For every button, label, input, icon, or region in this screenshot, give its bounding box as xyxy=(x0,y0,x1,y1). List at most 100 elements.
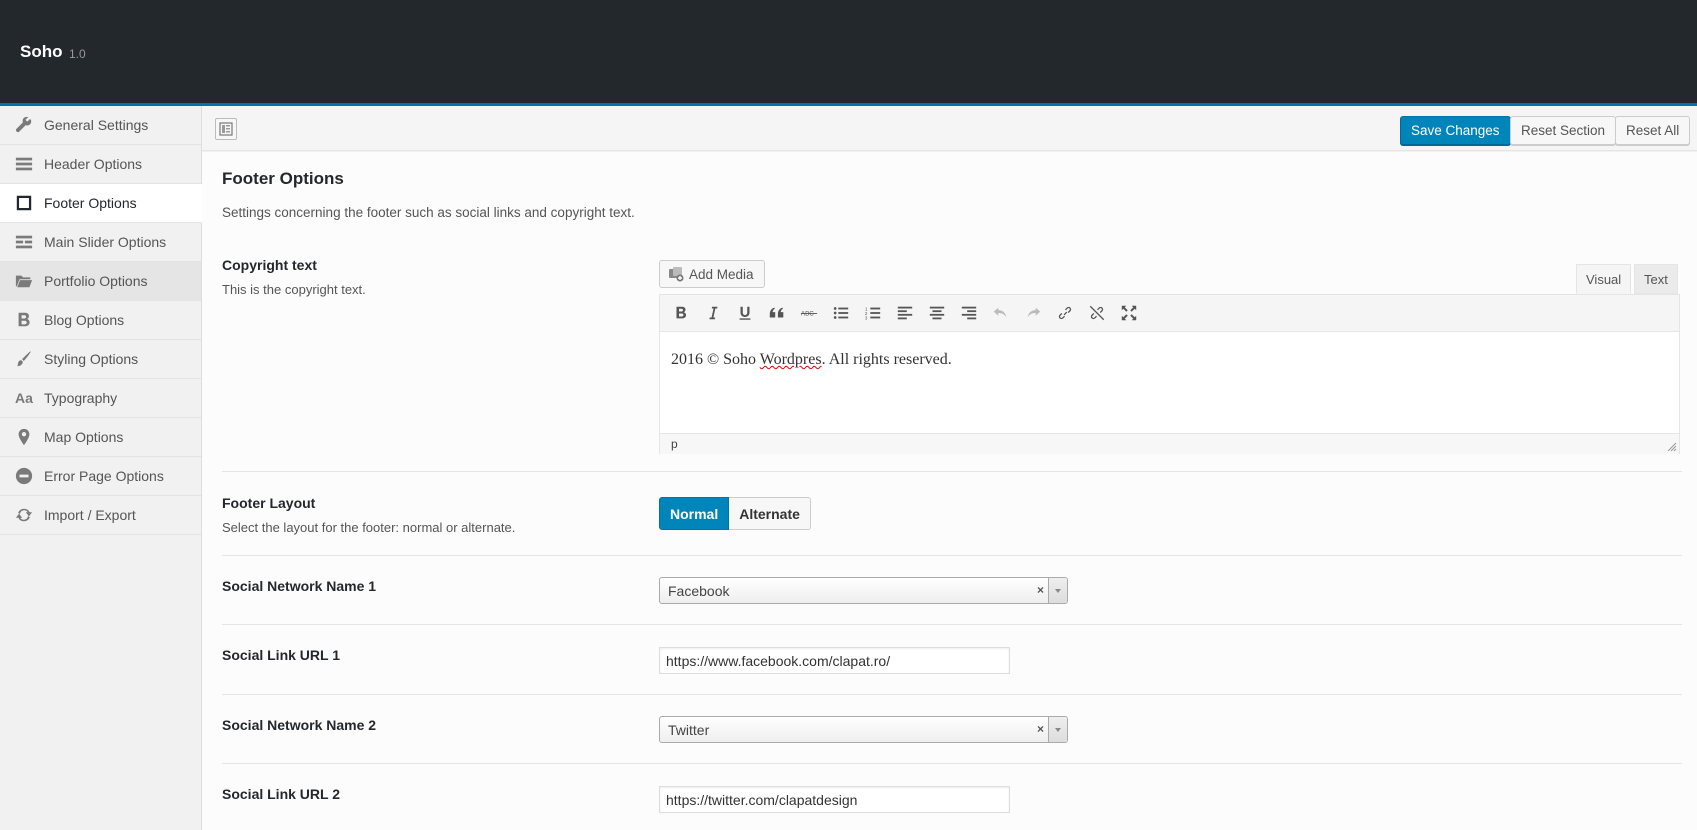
reset-section-button[interactable]: Reset Section xyxy=(1510,116,1617,145)
sidebar-item-error-page-options[interactable]: Error Page Options xyxy=(0,457,201,496)
strikethrough-icon[interactable]: ABC xyxy=(796,300,822,326)
sidebar-item-general-settings[interactable]: General Settings xyxy=(0,106,201,145)
chevron-down-icon xyxy=(1055,727,1061,732)
sidebar-item-label: Main Slider Options xyxy=(44,234,167,250)
sidebar-item-label: Error Page Options xyxy=(44,468,164,484)
underline-icon[interactable] xyxy=(732,300,758,326)
field-divider xyxy=(222,624,1682,625)
numbered-list-icon[interactable]: 123 xyxy=(860,300,886,326)
footer-layout-description: Select the layout for the footer: normal… xyxy=(222,520,516,535)
layout-option-normal[interactable]: Normal xyxy=(659,497,730,530)
sidebar-item-styling-options[interactable]: Styling Options xyxy=(0,340,201,379)
social-name-1-select[interactable]: Facebook × xyxy=(659,577,1068,604)
field-divider xyxy=(222,694,1682,695)
sidebar-item-label: Typography xyxy=(44,390,118,406)
map-marker-icon xyxy=(14,427,34,447)
field-divider xyxy=(222,471,1682,472)
editor-statusbar: p xyxy=(660,433,1679,454)
options-sidebar: General Settings Header Options Footer O… xyxy=(0,106,202,830)
dropdown-arrow[interactable] xyxy=(1048,578,1067,603)
menu-lines-icon xyxy=(14,154,34,174)
sidebar-item-label: Footer Options xyxy=(44,195,137,211)
theme-version: 1.0 xyxy=(69,47,86,61)
clear-icon[interactable]: × xyxy=(1037,583,1044,597)
editor-text-before: 2016 © Soho xyxy=(671,351,760,368)
chevron-down-icon xyxy=(1055,588,1061,593)
options-toolbar: Save Changes Reset Section Reset All xyxy=(202,106,1697,151)
tab-text[interactable]: Text xyxy=(1634,264,1678,294)
social-url-2-input[interactable] xyxy=(659,786,1010,813)
copyright-field-title: Copyright text xyxy=(222,257,317,273)
sidebar-item-header-options[interactable]: Header Options xyxy=(0,145,201,184)
unlink-icon[interactable] xyxy=(1084,300,1110,326)
align-right-icon[interactable] xyxy=(956,300,982,326)
sidebar-item-blog-options[interactable]: Blog Options xyxy=(0,301,201,340)
panel-icon xyxy=(219,122,233,136)
editor-text-misspelled: Wordpres xyxy=(759,351,822,368)
copyright-editor: ABC 123 2016 © Soho Wordpres. All rights… xyxy=(659,294,1680,454)
add-media-label: Add Media xyxy=(689,266,754,282)
svg-text:ABC: ABC xyxy=(801,311,814,318)
section-title: Footer Options xyxy=(222,169,344,188)
tab-visual[interactable]: Visual xyxy=(1576,264,1632,294)
footer-layout-title: Footer Layout xyxy=(222,495,316,511)
select-value: Twitter xyxy=(668,721,710,738)
element-path[interactable]: p xyxy=(671,437,678,451)
align-left-icon[interactable] xyxy=(892,300,918,326)
fullscreen-icon[interactable] xyxy=(1116,300,1142,326)
field-divider xyxy=(222,763,1682,764)
expand-toggle-button[interactable] xyxy=(215,118,237,140)
undo-icon[interactable] xyxy=(988,300,1014,326)
media-icon xyxy=(669,267,684,282)
bold-b-icon xyxy=(14,310,34,330)
sidebar-item-label: Header Options xyxy=(44,156,143,172)
wrench-icon xyxy=(14,115,34,135)
editor-content[interactable]: 2016 © Soho Wordpres. All rights reserve… xyxy=(660,332,1679,433)
sidebar-item-label: Styling Options xyxy=(44,351,139,367)
add-media-button[interactable]: Add Media xyxy=(659,260,765,288)
social-url-2-title: Social Link URL 2 xyxy=(222,786,340,802)
sidebar-item-footer-options[interactable]: Footer Options xyxy=(0,184,202,223)
folder-open-icon xyxy=(14,271,34,291)
bullet-list-icon[interactable] xyxy=(828,300,854,326)
save-changes-button[interactable]: Save Changes xyxy=(1400,116,1511,145)
dropdown-arrow[interactable] xyxy=(1048,717,1067,742)
section-description: Settings concerning the footer such as s… xyxy=(222,205,635,220)
brush-icon xyxy=(14,349,34,369)
blockquote-icon[interactable] xyxy=(764,300,790,326)
link-icon[interactable] xyxy=(1052,300,1078,326)
sidebar-item-typography[interactable]: Aa Typography xyxy=(0,379,201,418)
svg-text:3: 3 xyxy=(865,315,868,320)
footer-layout-buttonset: Normal Alternate xyxy=(659,497,811,530)
slider-lines-icon xyxy=(14,232,34,252)
clear-icon[interactable]: × xyxy=(1037,722,1044,736)
theme-name: Soho xyxy=(20,42,63,61)
layout-option-alternate[interactable]: Alternate xyxy=(729,497,811,530)
align-center-icon[interactable] xyxy=(924,300,950,326)
minus-circle-icon xyxy=(14,466,34,486)
sidebar-item-label: General Settings xyxy=(44,117,149,133)
redo-icon[interactable] xyxy=(1020,300,1046,326)
italic-icon[interactable] xyxy=(700,300,726,326)
select-value: Facebook xyxy=(668,582,730,599)
sidebar-item-main-slider-options[interactable]: Main Slider Options xyxy=(0,223,201,262)
field-divider xyxy=(222,555,1682,556)
resize-handle-icon[interactable] xyxy=(1667,442,1677,452)
admin-header: Soho 1.0 xyxy=(0,0,1697,106)
social-name-2-select[interactable]: Twitter × xyxy=(659,716,1068,743)
sidebar-item-label: Portfolio Options xyxy=(44,273,148,289)
sidebar-item-portfolio-options[interactable]: Portfolio Options xyxy=(0,262,201,301)
square-outline-icon xyxy=(14,193,34,213)
copyright-field-description: This is the copyright text. xyxy=(222,282,366,297)
sidebar-item-map-options[interactable]: Map Options xyxy=(0,418,201,457)
sidebar-item-import-export[interactable]: Import / Export xyxy=(0,496,201,535)
editor-toolbar: ABC 123 xyxy=(660,295,1679,332)
social-url-1-input[interactable] xyxy=(659,647,1010,674)
bold-icon[interactable] xyxy=(668,300,694,326)
sidebar-item-label: Import / Export xyxy=(44,507,136,523)
reset-all-button[interactable]: Reset All xyxy=(1615,116,1691,145)
social-name-2-title: Social Network Name 2 xyxy=(222,717,377,733)
social-name-1-title: Social Network Name 1 xyxy=(222,578,377,594)
sidebar-item-label: Map Options xyxy=(44,429,124,445)
editor-text-after: . All rights reserved. xyxy=(821,351,952,368)
